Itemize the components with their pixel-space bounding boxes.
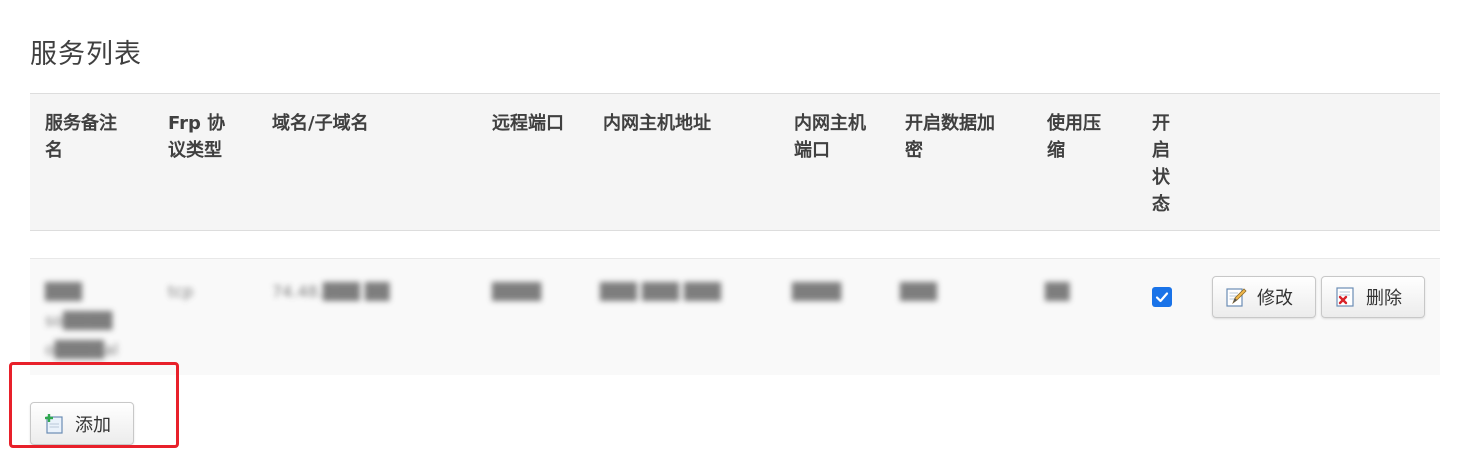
cell-remark: ███ so████ o████al	[45, 282, 119, 359]
header-remote-port: 远程端口	[492, 113, 564, 134]
cell-encryption: ███	[900, 282, 937, 301]
header-compression: 使用压 缩	[1047, 113, 1101, 161]
cell-remote-port: ████	[492, 282, 542, 301]
edit-button-label: 修改	[1257, 288, 1293, 309]
cell-protocol: tcp	[168, 282, 194, 301]
header-encryption: 开启数据加 密	[905, 113, 995, 161]
delete-button-label: 删除	[1366, 288, 1402, 309]
service-table: 服务备注 名 Frp 协 议类型 域名/子域名 远程端口 内网主机地址 内网主机…	[30, 93, 1440, 375]
table-row: ███ so████ o████al tcp 74.48.███ ██ ████…	[30, 259, 1440, 375]
header-local-host: 内网主机地址	[603, 113, 711, 134]
highlight-annotation	[9, 362, 179, 448]
delete-button[interactable]: 删除	[1321, 276, 1425, 318]
edit-icon	[1225, 286, 1247, 308]
checkmark-icon	[1155, 292, 1169, 303]
table-header-row: 服务备注 名 Frp 协 议类型 域名/子域名 远程端口 内网主机地址 内网主机…	[30, 93, 1440, 231]
edit-button[interactable]: 修改	[1212, 276, 1316, 318]
header-remark: 服务备注 名	[45, 113, 117, 161]
header-local-port: 内网主机 端口	[794, 113, 866, 161]
table-spacer-row	[30, 231, 1440, 259]
cell-domain: 74.48.███ ██	[272, 282, 390, 301]
header-protocol: Frp 协 议类型	[168, 113, 226, 161]
enabled-checkbox[interactable]	[1152, 287, 1172, 307]
header-enabled: 开 启 状 态	[1152, 113, 1170, 215]
page-title: 服务列表	[30, 39, 142, 70]
cell-local-port: ████	[792, 282, 842, 301]
header-domain: 域名/子域名	[272, 113, 369, 134]
cell-compression: ██	[1045, 282, 1070, 301]
cell-local-host: ███ ███ ███	[600, 282, 721, 301]
delete-icon	[1334, 286, 1356, 308]
